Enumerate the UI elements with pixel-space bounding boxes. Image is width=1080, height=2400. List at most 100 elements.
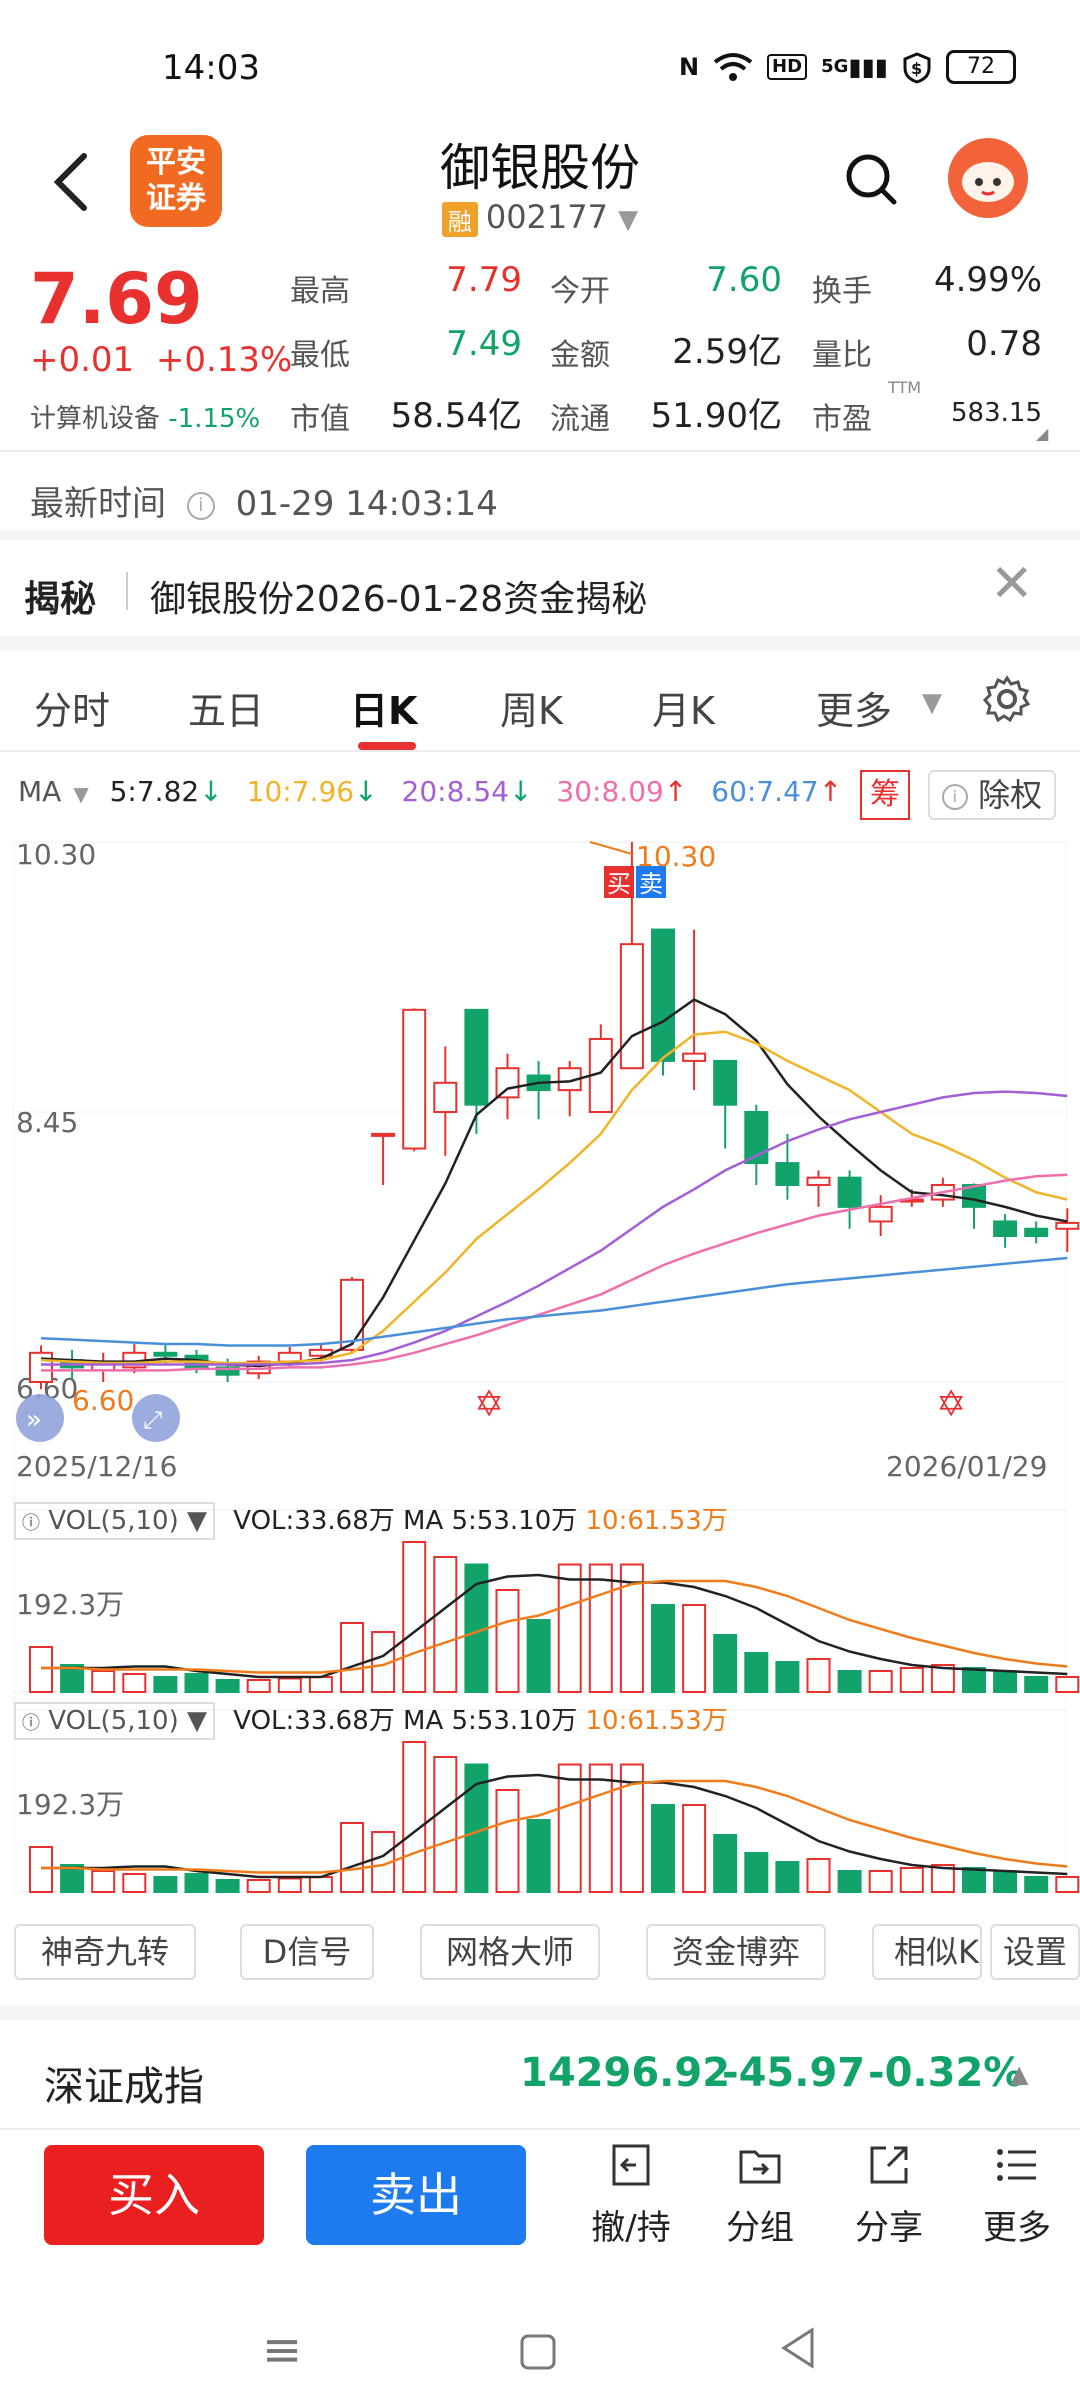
divider: [0, 750, 1080, 752]
back-nav-icon[interactable]: [778, 2326, 818, 2382]
indicator-d-signal[interactable]: D信号: [240, 1924, 374, 1980]
volume-ma-lines-2: [41, 1773, 1068, 1879]
cancel-hold-label: 撤/持: [591, 2208, 671, 2248]
menu-nav-icon[interactable]: ≡: [262, 2322, 302, 2378]
group-label: 分组: [726, 2208, 794, 2248]
group-button[interactable]: 分组: [705, 2140, 815, 2249]
tab-daily-k[interactable]: 日K: [350, 680, 417, 735]
reveal-divider: [126, 572, 128, 610]
info-icon: i: [941, 784, 968, 810]
volume-bar: [682, 1804, 707, 1893]
volume-bar: [308, 1676, 333, 1693]
sell-button[interactable]: 卖出: [306, 2145, 526, 2245]
candle-body: [433, 1081, 458, 1113]
pe-value: 583.15: [951, 398, 1042, 428]
buy-button[interactable]: 买入: [44, 2145, 264, 2245]
candle-body: [868, 1205, 893, 1223]
volume-bar: [899, 1667, 924, 1693]
sector-percent: -1.15%: [168, 404, 261, 434]
reveal-tag: 揭秘: [24, 579, 97, 620]
tab-more[interactable]: 更多: [816, 680, 892, 735]
info-icon[interactable]: i: [186, 491, 215, 520]
update-label: 最新时间: [30, 484, 166, 524]
share-button[interactable]: 分享: [834, 2140, 944, 2249]
market-cap-value: 58.54亿: [390, 396, 522, 436]
volume-bar: [91, 1870, 116, 1893]
candle-body: [402, 1008, 427, 1150]
ex-rights-button[interactable]: i 除权: [928, 770, 1056, 820]
star-marker-icon[interactable]: ✡: [474, 1384, 504, 1425]
chips-button[interactable]: 筹: [860, 770, 910, 820]
indicator-capital-game[interactable]: 资金博弈: [646, 1924, 826, 1980]
candle-body: [153, 1351, 178, 1357]
vol1-value: VOL:33.68万: [233, 1506, 395, 1536]
kline-chart[interactable]: 10.30 8.45 6.60 10.30 买 卖 6.60 ✡ ✡ » ⤢ 2…: [0, 830, 1080, 1920]
vol1-ma5: MA 5:53.10万: [403, 1506, 578, 1536]
vol2-value: VOL:33.68万: [233, 1706, 395, 1736]
amount-value: 2.59亿: [672, 332, 782, 372]
volume-bar: [806, 1658, 831, 1693]
volume-bar: [277, 1677, 302, 1693]
stock-code-row[interactable]: 融 002177 ▼: [0, 198, 1080, 237]
sector-info[interactable]: 计算机设备 -1.15%: [30, 398, 260, 435]
volume-bar: [962, 1867, 986, 1893]
ma-legend[interactable]: MA ▼ 5:7.82↓ 10:7.96↓ 20:8.54↓ 30:8.09↑ 60:7.…: [18, 775, 1078, 815]
volume-bar: [993, 1870, 1018, 1893]
volume-bar: [899, 1867, 924, 1893]
volume-bar: [184, 1873, 209, 1893]
index-name: 深证成指: [44, 2064, 204, 2110]
volume-bar: [153, 1876, 178, 1893]
tab-monthly-k[interactable]: 月K: [652, 680, 715, 735]
volume-bar: [962, 1667, 986, 1693]
arrow-up-icon: ↑: [663, 775, 688, 808]
volume-bar: [153, 1676, 178, 1693]
tab-minute[interactable]: 分时: [34, 680, 110, 735]
indicator-grid-master[interactable]: 网格大师: [420, 1924, 600, 1980]
star-marker-icon[interactable]: ✡: [936, 1384, 966, 1425]
volume-ma-line: [41, 1779, 1068, 1874]
assistant-avatar[interactable]: [948, 138, 1028, 218]
more-button[interactable]: 更多: [962, 2140, 1072, 2249]
ma-line: [41, 1090, 1068, 1366]
vol2-scale: 192.3万: [16, 1788, 124, 1821]
active-tab-indicator: [358, 742, 416, 750]
volume-bar: [122, 1673, 147, 1693]
svg-text:$: $: [911, 59, 922, 78]
chevron-down-icon: ▼: [618, 205, 639, 235]
indicator-similar-k[interactable]: 相似K: [872, 1924, 982, 1980]
chevron-up-icon[interactable]: ▲: [1010, 2060, 1028, 2088]
indicator-settings[interactable]: 设置: [990, 1924, 1080, 1980]
volume-bar: [993, 1670, 1018, 1693]
chevron-down-icon: ▼: [922, 688, 942, 718]
indicator-magic-nine[interactable]: 神奇九转: [14, 1924, 196, 1980]
tab-five-day[interactable]: 五日: [188, 680, 264, 735]
bottom-actions: 买入 卖出 撤/持 分组 分享 更多: [0, 2140, 1080, 2280]
vol2-selector[interactable]: ⓘ VOL(5,10) ▼: [14, 1702, 215, 1740]
close-icon[interactable]: ✕: [990, 554, 1034, 614]
open-value: 7.60: [706, 260, 782, 300]
pe-label: 市盈: [812, 402, 872, 437]
double-arrow-icon: »: [26, 1405, 42, 1435]
nfc-icon: N: [678, 53, 700, 81]
home-nav-icon[interactable]: [518, 2328, 558, 2384]
vol1-selector[interactable]: ⓘ VOL(5,10) ▼: [14, 1502, 215, 1540]
reveal-banner[interactable]: 揭秘 御银股份2026-01-28资金揭秘 ✕: [0, 540, 1080, 640]
volume-bar: [29, 1646, 53, 1693]
volume-bar: [215, 1679, 240, 1693]
candle-body: [651, 928, 675, 1062]
cancel-hold-button[interactable]: 撤/持: [576, 2140, 686, 2249]
tab-weekly-k[interactable]: 周K: [500, 680, 563, 735]
volume-bar: [806, 1858, 831, 1893]
hd-icon: HD: [767, 54, 808, 80]
more-label: 更多: [983, 2208, 1051, 2248]
candle-body: [806, 1176, 831, 1186]
shield-dollar-icon: $: [902, 52, 932, 84]
gear-icon[interactable]: [982, 674, 1032, 728]
volume-ma-line: [41, 1573, 1068, 1679]
volume-bar: [588, 1763, 613, 1893]
index-bar[interactable]: 深证成指 14296.92 -45.97 -0.32% ▲: [0, 2020, 1080, 2130]
vol1-scale: 192.3万: [16, 1588, 124, 1621]
arrow-up-icon: ↑: [818, 775, 843, 808]
search-icon[interactable]: [842, 150, 902, 210]
volume-ma-line: [41, 1579, 1068, 1674]
